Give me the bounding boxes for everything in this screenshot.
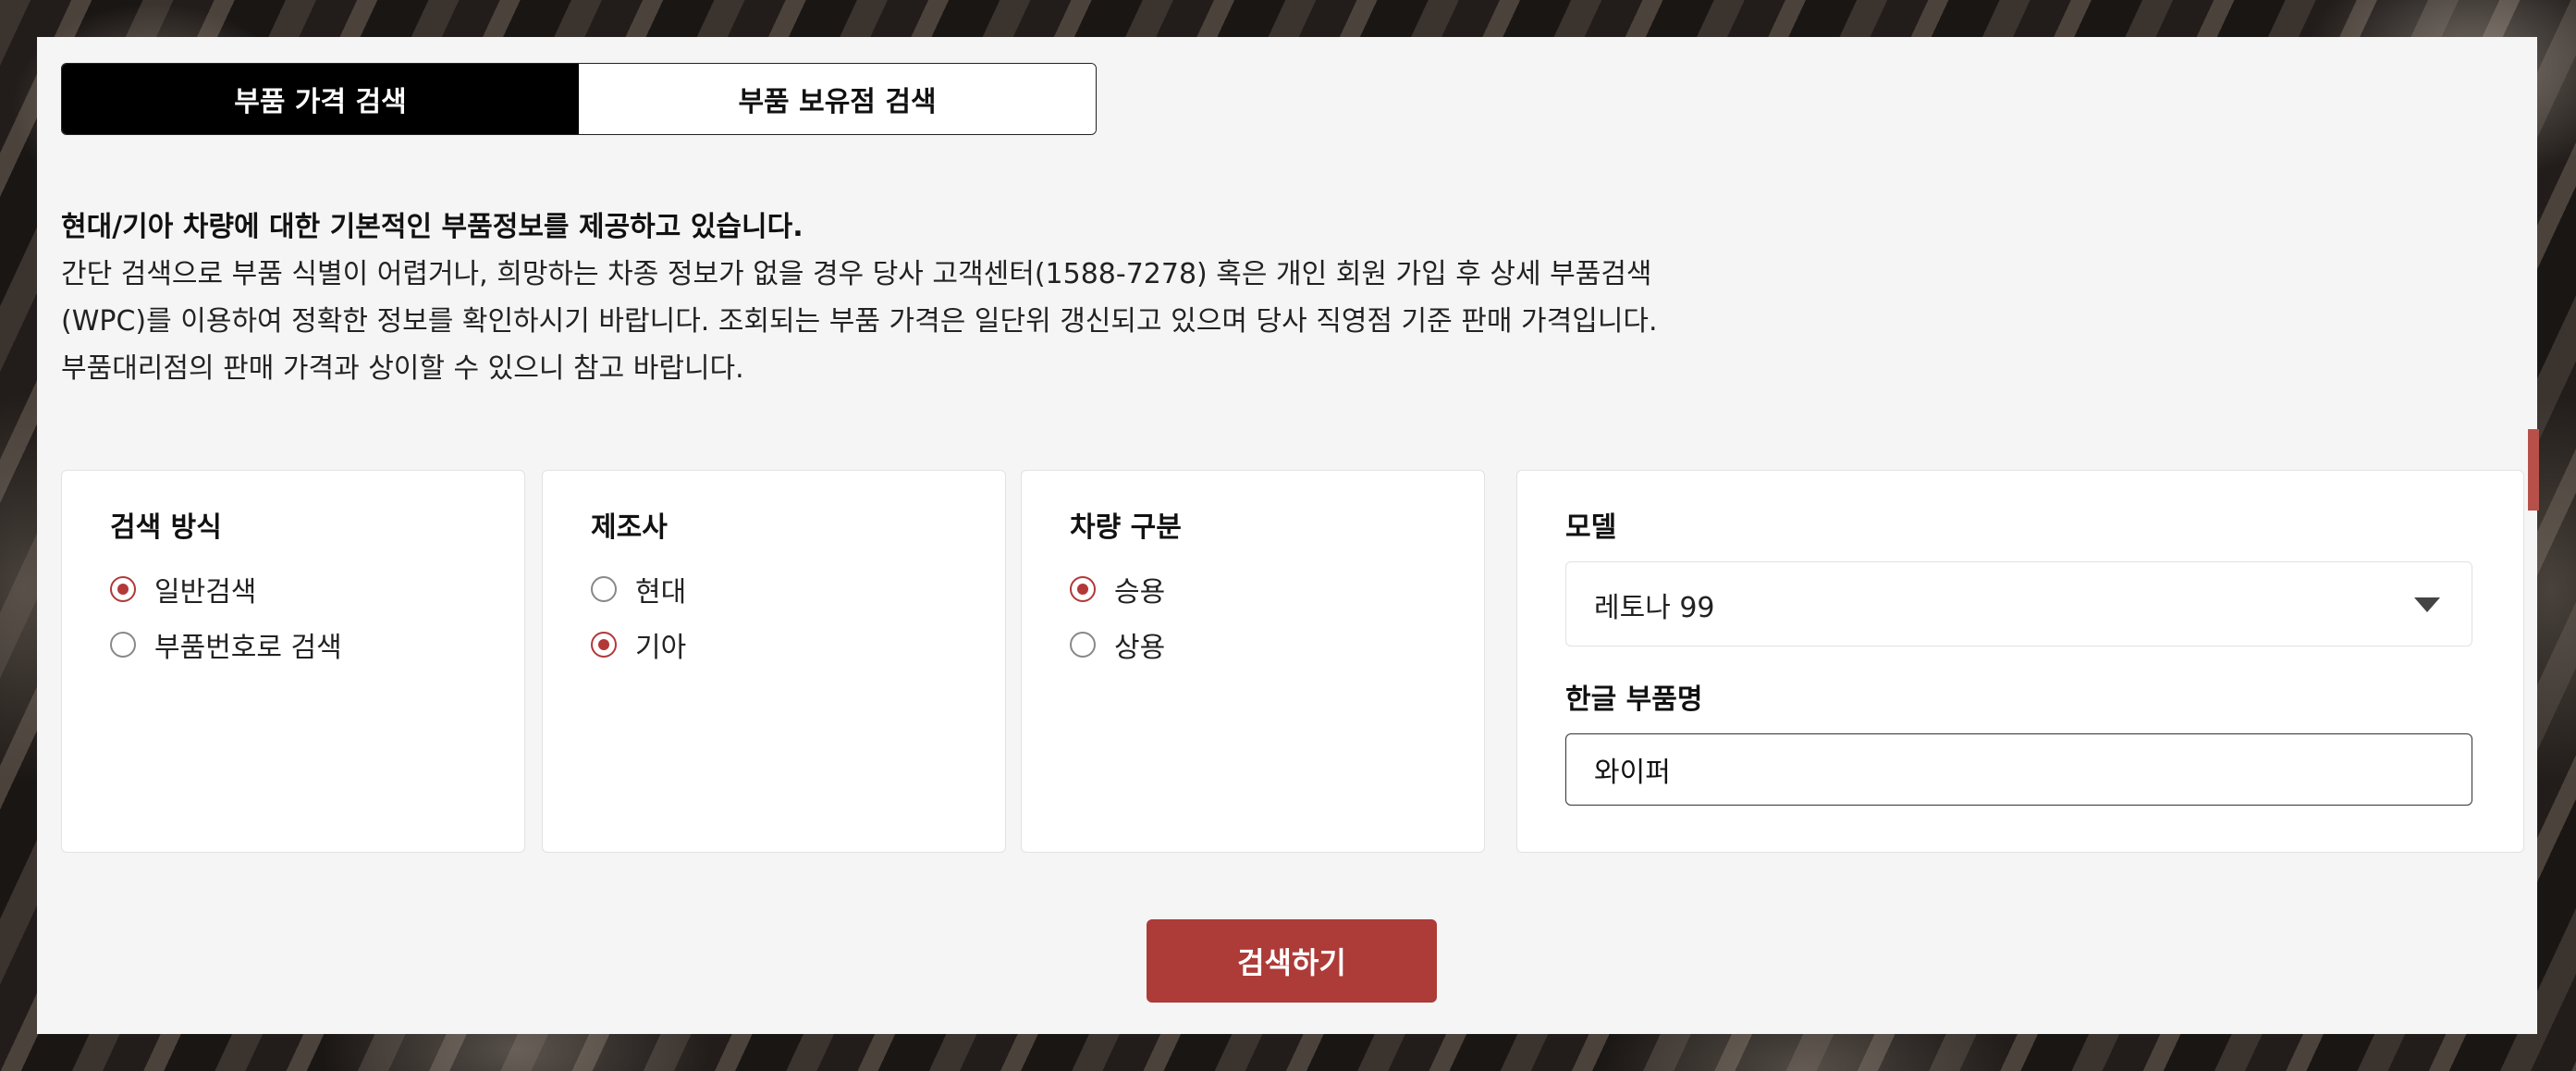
- intro-line: 간단 검색으로 부품 식별이 어렵거나, 희망하는 차종 정보가 없을 경우 당…: [61, 258, 1652, 290]
- scroll-indicator: [2528, 429, 2539, 511]
- search-panel: 부품 가격 검색 부품 보유점 검색 현대/기아 차량에 대한 기본적인 부품정…: [37, 37, 2537, 1034]
- intro-text: 현대/기아 차량에 대한 기본적인 부품정보를 제공하고 있습니다. 간단 검색…: [61, 203, 1818, 392]
- radio-hyundai[interactable]: 현대: [591, 569, 686, 609]
- tab-price-search[interactable]: 부품 가격 검색: [62, 64, 579, 134]
- radio-checked-icon[interactable]: [110, 576, 136, 602]
- radio-label: 일반검색: [154, 576, 257, 609]
- part-name-title: 한글 부품명: [1565, 683, 1703, 716]
- radio-label: 상용: [1114, 632, 1166, 664]
- vehicle-type-title: 차량 구분: [1070, 511, 1182, 544]
- search-method-card: 검색 방식 일반검색 부품번호로 검색: [61, 470, 525, 853]
- radio-label: 승용: [1114, 576, 1166, 609]
- radio-label: 기아: [635, 632, 687, 664]
- radio-general-search[interactable]: 일반검색: [110, 569, 256, 609]
- intro-line: (WPC)를 이용하여 정확한 정보를 확인하시기 바랍니다. 조회되는 부품 …: [61, 305, 1658, 338]
- radio-checked-icon[interactable]: [1070, 576, 1096, 602]
- search-method-title: 검색 방식: [110, 511, 222, 544]
- caret-down-icon: [2414, 597, 2440, 612]
- part-name-input[interactable]: [1565, 733, 2472, 806]
- radio-label: 부품번호로 검색: [154, 632, 342, 664]
- radio-unchecked-icon[interactable]: [110, 632, 136, 658]
- model-title: 모델: [1565, 511, 1617, 544]
- radio-part-number-search[interactable]: 부품번호로 검색: [110, 624, 342, 665]
- model-select[interactable]: 레토나 99: [1565, 561, 2472, 646]
- model-select-value: 레토나 99: [1594, 592, 1715, 624]
- manufacturer-card: 제조사 현대 기아: [542, 470, 1006, 853]
- search-tabs: 부품 가격 검색 부품 보유점 검색: [61, 63, 1097, 135]
- radio-commercial[interactable]: 상용: [1070, 624, 1165, 665]
- model-card: 모델 레토나 99 한글 부품명: [1516, 470, 2524, 853]
- tab-store-search[interactable]: 부품 보유점 검색: [579, 64, 1096, 134]
- vehicle-type-card: 차량 구분 승용 상용: [1021, 470, 1485, 853]
- radio-kia[interactable]: 기아: [591, 624, 686, 665]
- search-button[interactable]: 검색하기: [1147, 919, 1437, 1003]
- radio-label: 현대: [635, 576, 687, 609]
- radio-unchecked-icon[interactable]: [591, 576, 617, 602]
- manufacturer-title: 제조사: [591, 511, 668, 544]
- radio-unchecked-icon[interactable]: [1070, 632, 1096, 658]
- radio-passenger[interactable]: 승용: [1070, 569, 1165, 609]
- intro-line: 부품대리점의 판매 가격과 상이할 수 있으니 참고 바랍니다.: [61, 352, 744, 385]
- intro-headline: 현대/기아 차량에 대한 기본적인 부품정보를 제공하고 있습니다.: [61, 211, 803, 243]
- radio-checked-icon[interactable]: [591, 632, 617, 658]
